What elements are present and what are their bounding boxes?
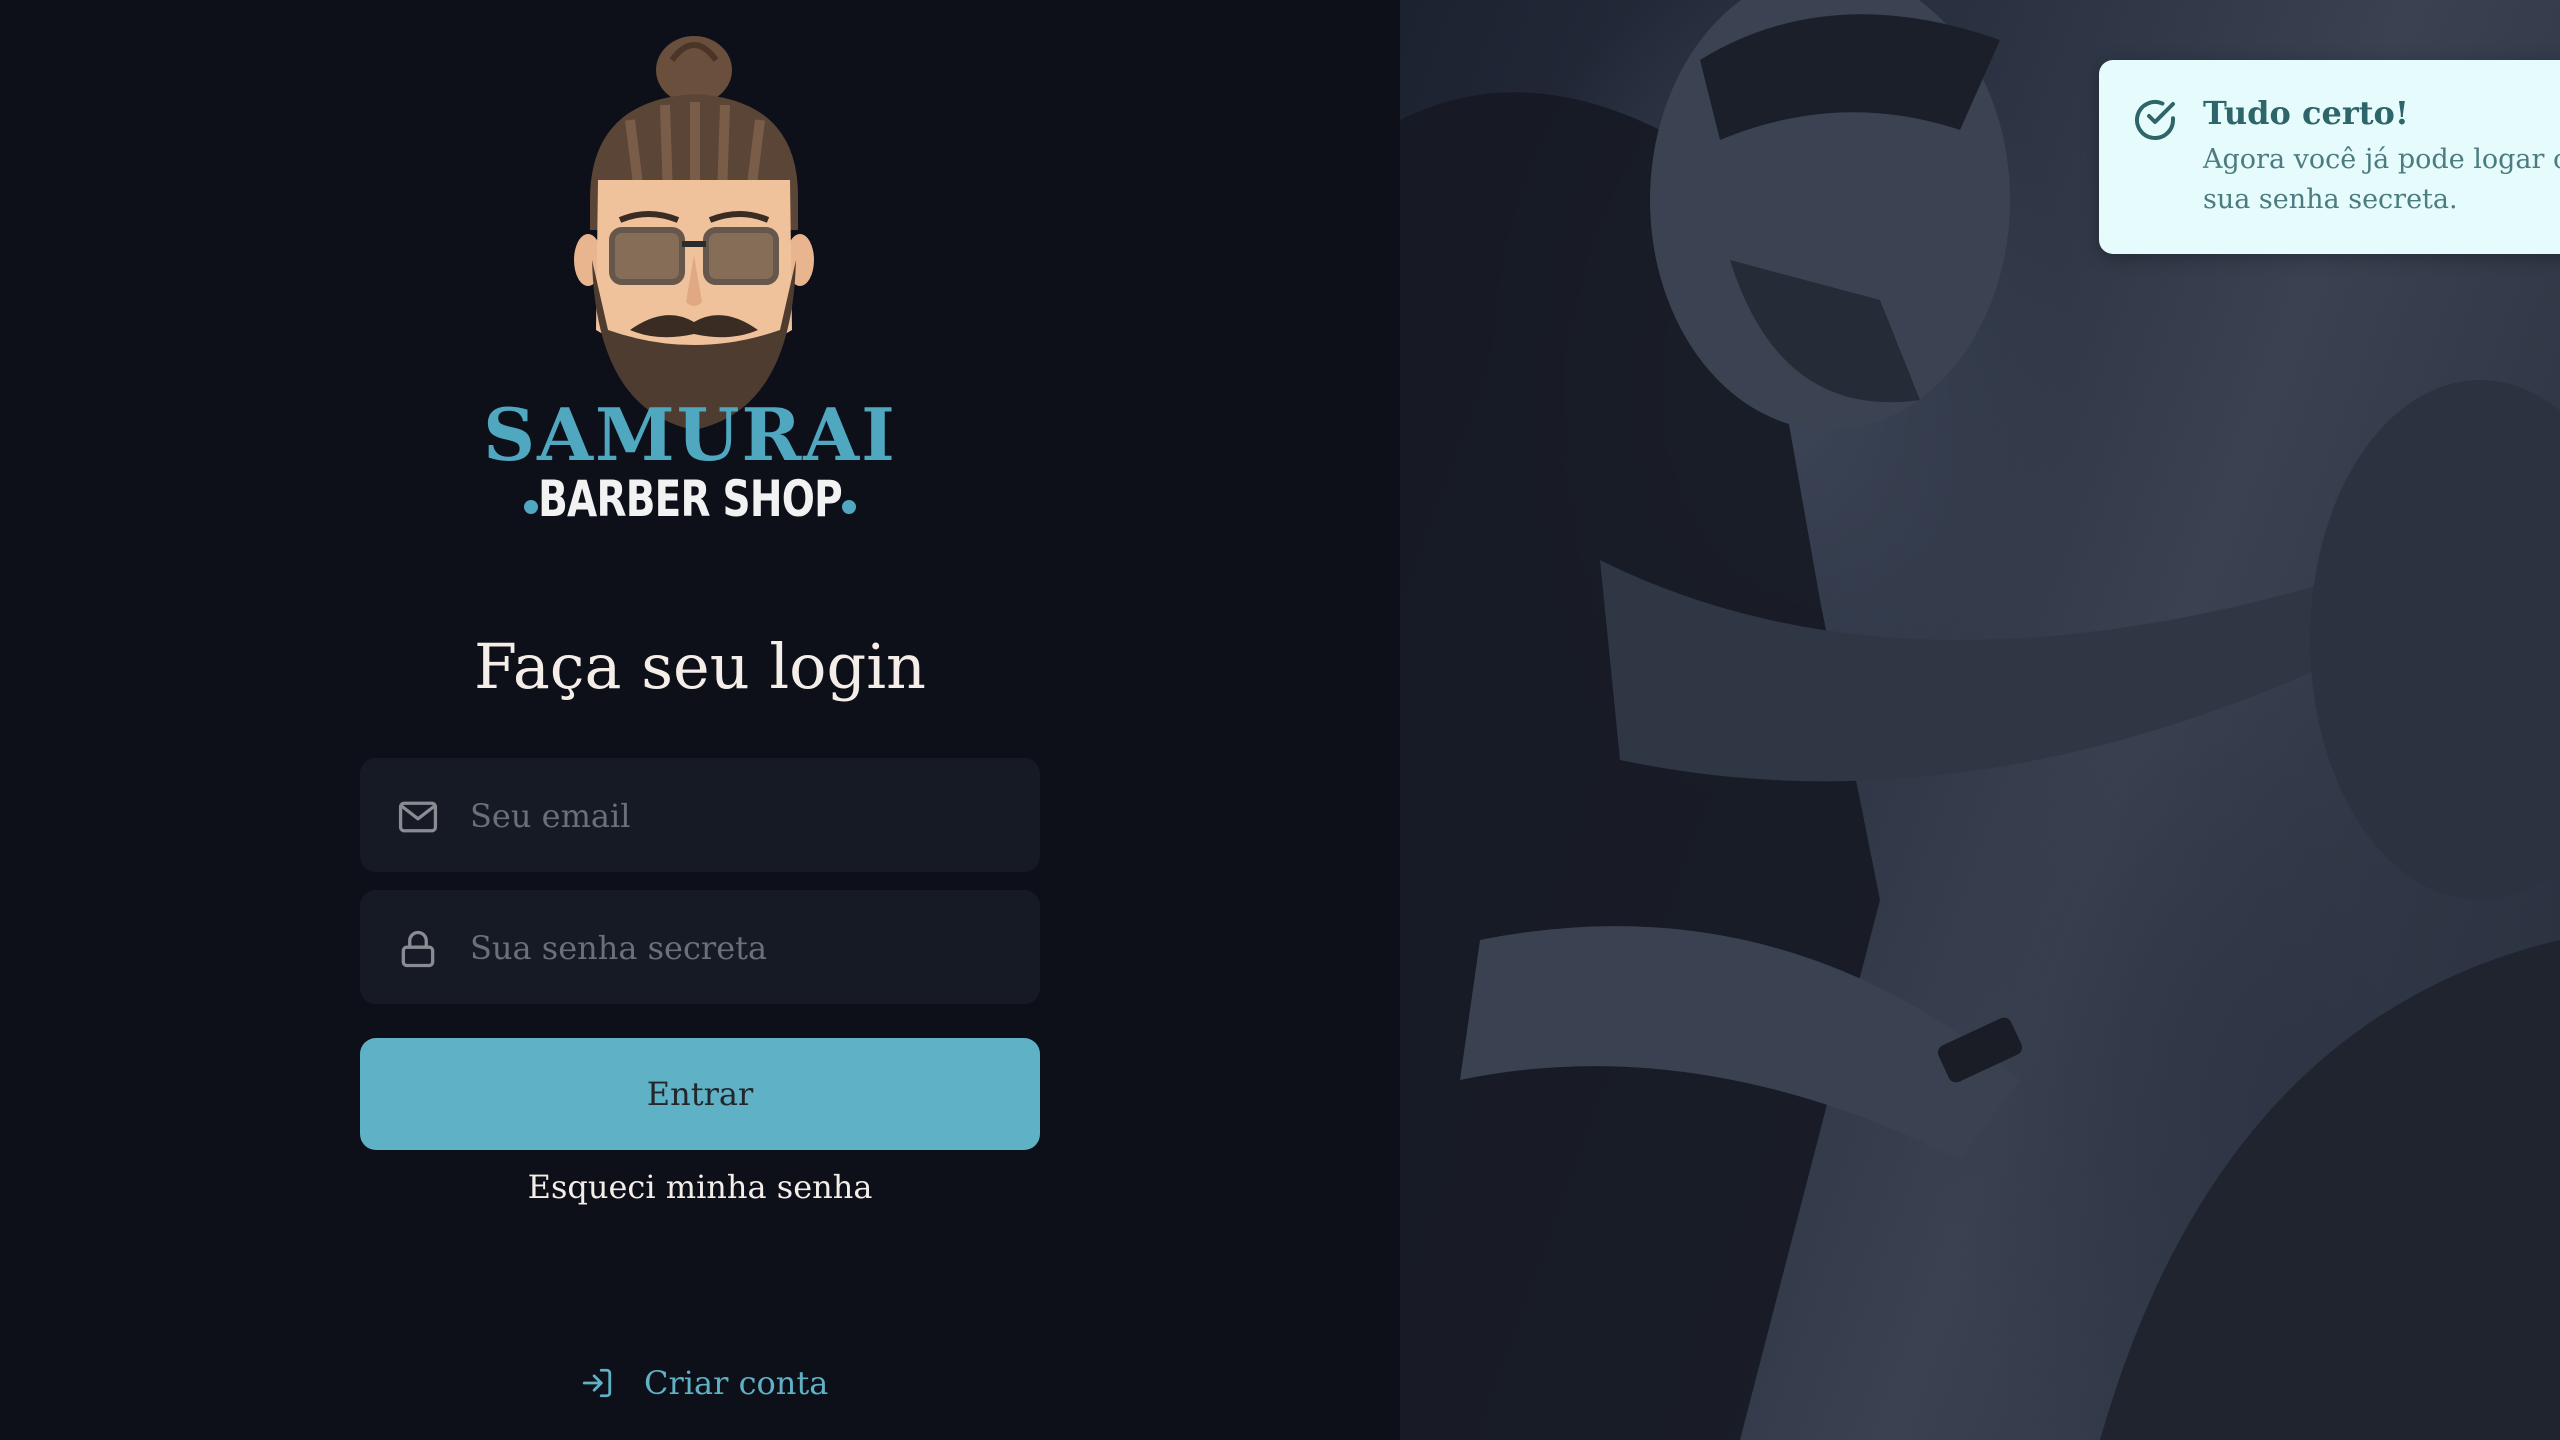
login-panel: SAMURAI BARBER SHOP Faça seu login Entra… [0,0,1400,1440]
toast-title: Tudo certo! [2203,94,2409,132]
lock-icon [401,930,435,968]
brand-dot-right [842,500,856,514]
log-in-icon [582,1368,612,1398]
login-button[interactable]: Entrar [360,1038,1040,1150]
page-title: Faça seu login [474,630,926,703]
success-toast: Tudo certo! Agora você já pode logar com… [2099,60,2560,254]
email-field[interactable] [360,758,1040,872]
password-field[interactable] [360,890,1040,1004]
brand-name: SAMURAI [483,392,897,477]
toast-message: Agora você já pode logar com sua senha s… [2203,144,2560,215]
check-circle-icon [2135,100,2175,140]
mail-icon [398,801,438,833]
create-account-link[interactable]: Criar conta [580,1358,828,1408]
forgot-password-link[interactable]: Esqueci minha senha [360,1168,1040,1206]
password-input[interactable] [468,892,1012,1004]
brand-subtitle: BARBER SHOP [538,470,843,528]
email-input[interactable] [468,760,1012,872]
create-account-label: Criar conta [644,1364,829,1402]
